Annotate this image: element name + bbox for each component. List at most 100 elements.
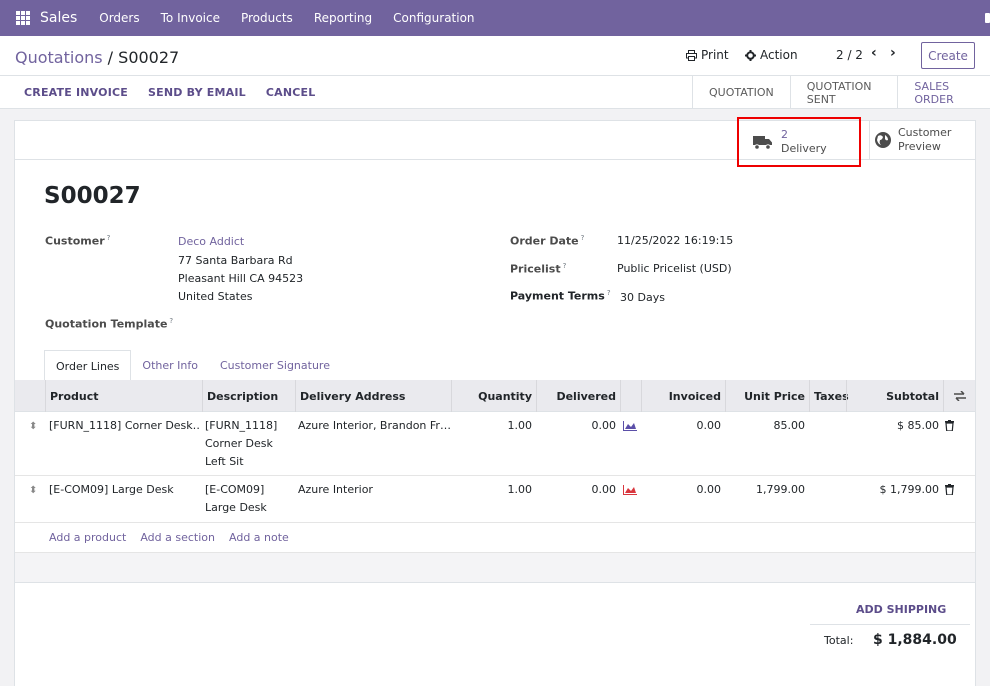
create-button[interactable]: Create bbox=[921, 42, 975, 69]
delivery-count: 2 bbox=[781, 128, 788, 141]
customer-label-text: Customer bbox=[45, 234, 105, 248]
breadcrumb: Quotations / S00027 bbox=[15, 48, 179, 67]
nav-to-invoice[interactable]: To Invoice bbox=[161, 11, 220, 25]
row-description-line2[interactable]: Large Desk bbox=[205, 499, 267, 517]
nav-configuration[interactable]: Configuration bbox=[393, 11, 474, 25]
row-product[interactable]: [FURN_1118] Corner Desk… bbox=[49, 417, 201, 435]
forecast-column-header bbox=[620, 380, 641, 412]
pager-previous-icon[interactable]: ‹ bbox=[871, 45, 877, 61]
pager-next-icon[interactable]: › bbox=[890, 45, 896, 61]
trash-icon[interactable] bbox=[945, 420, 954, 431]
table-row[interactable]: ⬍ [E-COM09] Large Desk [E-COM09] Large D… bbox=[15, 476, 975, 523]
cancel-button[interactable]: CANCEL bbox=[266, 86, 316, 99]
customer-address-line3: United States bbox=[178, 290, 253, 303]
truck-icon bbox=[753, 135, 772, 150]
notebook-tabs: Order Lines Other Info Customer Signatur… bbox=[44, 350, 341, 381]
column-unit-price[interactable]: Unit Price bbox=[725, 380, 809, 412]
create-invoice-button[interactable]: CREATE INVOICE bbox=[24, 86, 128, 99]
table-row[interactable]: ⬍ [FURN_1118] Corner Desk… [FURN_1118] C… bbox=[15, 412, 975, 476]
column-subtotal[interactable]: Subtotal bbox=[846, 380, 943, 412]
print-label: Print bbox=[701, 48, 729, 62]
customer-label: Customer? bbox=[45, 234, 110, 248]
add-line-controls: Add a product Add a section Add a note bbox=[49, 531, 289, 544]
column-delivery-address[interactable]: Delivery Address bbox=[295, 380, 451, 412]
payment-terms-help-icon[interactable]: ? bbox=[607, 289, 611, 297]
pricelist-label: Pricelist? bbox=[510, 262, 566, 276]
stage-quotation[interactable]: QUOTATION bbox=[692, 76, 790, 109]
quotation-template-help-icon[interactable]: ? bbox=[169, 317, 173, 325]
column-description[interactable]: Description bbox=[202, 380, 295, 412]
payment-terms-label: Payment Terms? bbox=[510, 289, 611, 303]
action-label: Action bbox=[760, 48, 798, 62]
row-subtotal: $ 85.00 bbox=[897, 419, 939, 432]
row-delivery-address[interactable]: Azure Interior bbox=[298, 481, 450, 499]
row-description-line1[interactable]: [E-COM09] bbox=[205, 481, 264, 499]
nav-reporting[interactable]: Reporting bbox=[314, 11, 372, 25]
breadcrumb-separator: / bbox=[102, 48, 119, 67]
order-date-help-icon[interactable]: ? bbox=[581, 234, 585, 242]
add-shipping-button[interactable]: ADD SHIPPING bbox=[856, 603, 946, 616]
drag-handle-icon[interactable]: ⬍ bbox=[29, 421, 37, 432]
order-date-field[interactable]: 11/25/2022 16:19:15 bbox=[617, 234, 733, 247]
trash-icon[interactable] bbox=[945, 484, 954, 495]
add-product-link[interactable]: Add a product bbox=[49, 531, 126, 544]
row-delivered[interactable]: 0.00 bbox=[536, 417, 617, 435]
pricelist-field[interactable]: Public Pricelist (USD) bbox=[617, 262, 732, 275]
customer-preview-line2: Preview bbox=[898, 140, 941, 153]
column-product[interactable]: Product bbox=[45, 380, 202, 412]
row-description-line2[interactable]: Corner Desk bbox=[205, 435, 273, 453]
pager-value[interactable]: 2 / 2 bbox=[836, 48, 863, 62]
row-invoiced[interactable]: 0.00 bbox=[641, 417, 722, 435]
row-subtotal: $ 1,799.00 bbox=[879, 483, 939, 496]
forecast-graph-icon[interactable] bbox=[623, 421, 637, 431]
drag-handle-icon[interactable]: ⬍ bbox=[29, 485, 37, 496]
payment-terms-field[interactable]: 30 Days bbox=[620, 291, 665, 304]
header-buttons: CREATE INVOICE SEND BY EMAIL CANCEL bbox=[24, 86, 315, 99]
customer-help-icon[interactable]: ? bbox=[107, 234, 111, 242]
forecast-graph-icon[interactable] bbox=[623, 485, 637, 495]
delivery-smart-button[interactable]: 2 Delivery bbox=[737, 117, 861, 167]
optional-columns-toggle[interactable] bbox=[943, 380, 975, 412]
customer-field[interactable]: Deco Addict bbox=[178, 235, 244, 248]
tab-customer-signature[interactable]: Customer Signature bbox=[209, 350, 341, 380]
row-product[interactable]: [E-COM09] Large Desk bbox=[49, 481, 201, 499]
app-brand[interactable]: Sales bbox=[40, 10, 77, 26]
add-note-link[interactable]: Add a note bbox=[229, 531, 289, 544]
customer-preview-line1: Customer bbox=[898, 126, 952, 139]
nav-products[interactable]: Products bbox=[241, 11, 293, 25]
order-name: S00027 bbox=[44, 183, 141, 209]
tab-other-info[interactable]: Other Info bbox=[131, 350, 209, 380]
stage-sales-order[interactable]: SALES ORDER bbox=[897, 76, 990, 109]
row-description-line3[interactable]: Left Sit bbox=[205, 453, 244, 471]
totals-divider bbox=[810, 624, 970, 625]
row-quantity[interactable]: 1.00 bbox=[451, 417, 533, 435]
nav-orders[interactable]: Orders bbox=[99, 11, 139, 25]
globe-icon bbox=[875, 132, 891, 148]
customer-preview-button[interactable]: Customer Preview bbox=[869, 121, 976, 159]
row-invoiced[interactable]: 0.00 bbox=[641, 481, 722, 499]
apps-menu-icon[interactable] bbox=[16, 11, 30, 25]
stage-quotation-sent[interactable]: QUOTATION SENT bbox=[789, 76, 898, 109]
quotation-template-label: Quotation Template? bbox=[45, 317, 173, 331]
systray-icon[interactable] bbox=[985, 13, 990, 23]
row-quantity[interactable]: 1.00 bbox=[451, 481, 533, 499]
column-quantity[interactable]: Quantity bbox=[451, 380, 536, 412]
row-delivery-address[interactable]: Azure Interior, Brandon Fr… bbox=[298, 417, 450, 435]
send-by-email-button[interactable]: SEND BY EMAIL bbox=[148, 86, 246, 99]
payment-terms-label-text: Payment Terms bbox=[510, 289, 605, 303]
add-section-link[interactable]: Add a section bbox=[140, 531, 215, 544]
action-button[interactable]: Action bbox=[745, 48, 798, 62]
pricelist-help-icon[interactable]: ? bbox=[563, 262, 567, 270]
column-taxes[interactable]: Taxes bbox=[809, 380, 849, 412]
print-button[interactable]: Print bbox=[686, 48, 729, 62]
breadcrumb-quotations[interactable]: Quotations bbox=[15, 48, 103, 67]
column-invoiced[interactable]: Invoiced bbox=[641, 380, 725, 412]
row-delivered[interactable]: 0.00 bbox=[536, 481, 617, 499]
delivery-label: Delivery bbox=[781, 142, 827, 155]
row-description-line1[interactable]: [FURN_1118] bbox=[205, 417, 277, 435]
row-unit-price[interactable]: 85.00 bbox=[725, 417, 806, 435]
row-unit-price[interactable]: 1,799.00 bbox=[725, 481, 805, 499]
column-delivered[interactable]: Delivered bbox=[536, 380, 620, 412]
order-date-label: Order Date? bbox=[510, 234, 584, 248]
tab-order-lines[interactable]: Order Lines bbox=[44, 350, 132, 381]
